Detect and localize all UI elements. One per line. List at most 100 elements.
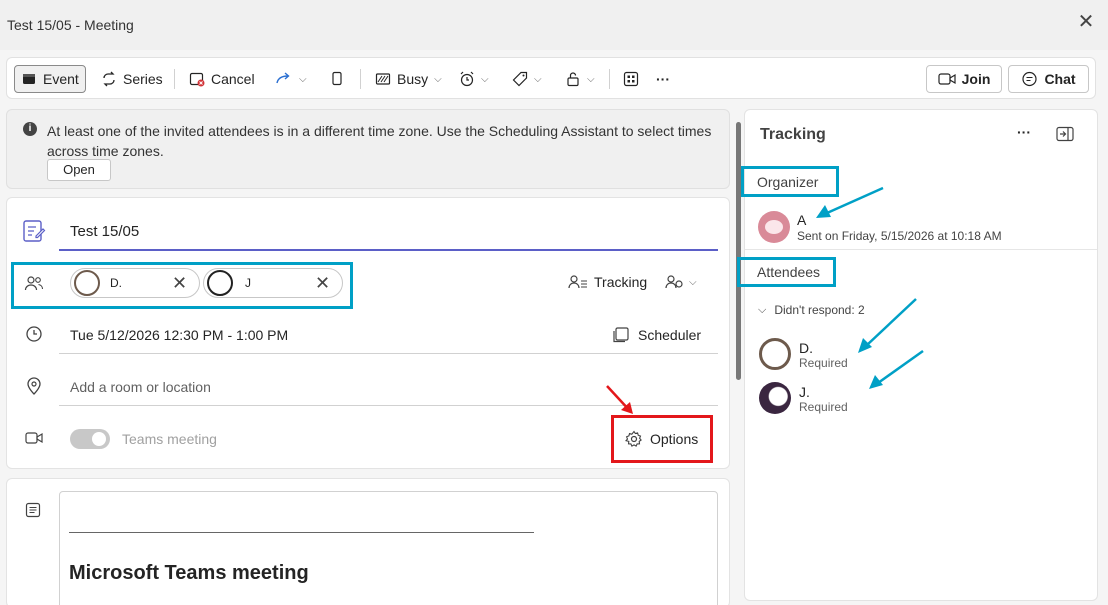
organizer-sent-time: Sent on Friday, 5/15/2026 at 10:18 AM bbox=[797, 229, 1002, 243]
series-label: Series bbox=[123, 71, 163, 87]
forward-button[interactable]: ⌵ bbox=[269, 65, 313, 93]
timezone-info-banner: i At least one of the invited attendees … bbox=[6, 109, 730, 189]
description-divider bbox=[69, 532, 534, 533]
attendee-chip[interactable]: D. ✕ bbox=[70, 268, 200, 298]
remove-attendee-icon[interactable]: ✕ bbox=[172, 273, 187, 294]
attendee-options-button[interactable]: ⌵ bbox=[665, 274, 697, 290]
scheduler-label: Scheduler bbox=[638, 327, 702, 343]
clock-icon bbox=[26, 326, 42, 342]
attendee-chip[interactable]: J ✕ bbox=[203, 268, 343, 298]
meeting-title-input[interactable]: Test 15/05 bbox=[70, 223, 139, 240]
attendee-name: J bbox=[245, 276, 251, 290]
toolbar-divider bbox=[360, 69, 361, 89]
attendee-name: D. bbox=[110, 276, 122, 290]
attendee-avatar bbox=[759, 338, 791, 370]
attendees-heading: Attendees bbox=[757, 264, 821, 280]
toolbar-divider bbox=[174, 69, 175, 89]
chevron-down-icon[interactable]: ⌵ bbox=[299, 74, 307, 85]
chat-bubble-icon bbox=[1022, 71, 1038, 86]
attendee-role: Required bbox=[799, 356, 848, 370]
cyan-arrow-annotation bbox=[858, 298, 917, 353]
video-icon bbox=[25, 432, 43, 444]
avatar-highlight bbox=[765, 220, 783, 234]
tracking-panel-title: Tracking bbox=[760, 126, 826, 143]
event-label: Event bbox=[43, 71, 79, 87]
busy-label: Busy bbox=[397, 71, 429, 87]
sensitivity-button[interactable]: ⌵ bbox=[559, 65, 601, 93]
avatar bbox=[74, 270, 100, 296]
attendee-name: J. bbox=[799, 384, 810, 400]
attendee-avatar bbox=[759, 382, 791, 414]
unlock-icon bbox=[567, 72, 579, 87]
teams-meeting-label: Teams meeting bbox=[122, 431, 217, 447]
remove-attendee-icon[interactable]: ✕ bbox=[315, 273, 330, 294]
organizer-heading: Organizer bbox=[757, 174, 819, 190]
apps-grid-icon bbox=[623, 71, 639, 87]
teams-meeting-heading: Microsoft Teams meeting bbox=[69, 562, 309, 584]
more-options-icon[interactable]: ··· bbox=[650, 65, 676, 93]
scheduler-icon bbox=[613, 327, 629, 343]
copy-icon bbox=[332, 71, 342, 86]
banner-text: At least one of the invited attendees is… bbox=[47, 123, 712, 159]
event-button[interactable]: Event bbox=[14, 65, 86, 93]
scheduler-button[interactable]: Scheduler bbox=[612, 326, 701, 344]
join-label: Join bbox=[961, 71, 991, 87]
chat-label: Chat bbox=[1044, 71, 1076, 87]
chevron-down-icon: ⌵ bbox=[689, 276, 697, 288]
series-button[interactable]: Series bbox=[95, 65, 169, 93]
repeat-icon bbox=[103, 71, 115, 87]
location-pin-icon bbox=[27, 377, 41, 395]
tag-icon bbox=[512, 71, 528, 87]
title-bar: Test 15/05 - Meeting ✕ bbox=[0, 0, 1108, 50]
attendee-name: D. bbox=[799, 340, 813, 356]
cancel-meeting-button[interactable]: Cancel bbox=[183, 65, 261, 93]
avatar bbox=[207, 270, 233, 296]
tracking-button[interactable]: Tracking bbox=[568, 274, 647, 290]
teams-meeting-toggle[interactable] bbox=[70, 429, 110, 449]
options-label: Options bbox=[650, 431, 699, 447]
video-camera-icon bbox=[938, 73, 956, 85]
copy-button[interactable] bbox=[324, 65, 350, 93]
toggle-knob bbox=[92, 432, 106, 446]
edit-title-icon bbox=[23, 220, 46, 242]
apps-button[interactable] bbox=[617, 65, 645, 93]
chevron-down-icon[interactable]: ⌵ bbox=[481, 74, 489, 85]
status-busy-icon bbox=[375, 73, 391, 85]
alarm-clock-icon bbox=[460, 71, 474, 87]
busy-status-button[interactable]: Busy ⌵ bbox=[369, 65, 448, 93]
attendee-role: Required bbox=[799, 400, 848, 414]
open-scheduling-assistant-button[interactable]: Open bbox=[47, 159, 111, 181]
categorize-button[interactable]: ⌵ bbox=[506, 65, 548, 93]
toolbar: Event Series Cancel ⌵ Busy ⌵ ⌵ ⌵ ⌵ ··· J… bbox=[6, 57, 1096, 99]
forward-arrow-icon bbox=[276, 72, 290, 84]
chat-button[interactable]: Chat bbox=[1008, 65, 1089, 93]
group-label: Didn't respond: 2 bbox=[774, 303, 865, 317]
chevron-down-icon[interactable]: ⌵ bbox=[587, 74, 595, 85]
collapse-panel-icon[interactable] bbox=[1056, 126, 1074, 142]
calendar-cancel-icon bbox=[189, 72, 205, 87]
red-arrow-annotation bbox=[606, 385, 633, 414]
chevron-down-icon: ⌵ bbox=[758, 303, 767, 316]
didnt-respond-group[interactable]: ⌵ Didn't respond: 2 bbox=[758, 303, 865, 317]
tracking-label: Tracking bbox=[594, 274, 648, 290]
close-icon[interactable]: ✕ bbox=[1076, 12, 1096, 32]
chevron-down-icon[interactable]: ⌵ bbox=[434, 74, 442, 85]
meeting-options-button[interactable]: Options bbox=[625, 430, 698, 448]
more-options-icon[interactable]: ··· bbox=[1017, 124, 1031, 140]
reminder-button[interactable]: ⌵ bbox=[453, 65, 495, 93]
scrollbar[interactable] bbox=[736, 122, 741, 380]
title-underline bbox=[59, 249, 718, 251]
description-editor[interactable] bbox=[59, 491, 718, 605]
location-input[interactable]: Add a room or location bbox=[70, 379, 211, 395]
organizer-name: A bbox=[797, 212, 807, 228]
toolbar-divider bbox=[609, 69, 610, 89]
cancel-label: Cancel bbox=[211, 71, 255, 87]
people-settings-icon bbox=[665, 275, 683, 289]
chevron-down-icon[interactable]: ⌵ bbox=[534, 74, 542, 85]
info-icon: i bbox=[23, 122, 37, 136]
gear-icon bbox=[625, 430, 642, 447]
meeting-datetime[interactable]: Tue 5/12/2026 12:30 PM - 1:00 PM bbox=[70, 327, 288, 343]
join-button[interactable]: Join bbox=[926, 65, 1002, 93]
calendar-event-icon bbox=[23, 74, 35, 84]
organizer-avatar bbox=[758, 211, 790, 243]
